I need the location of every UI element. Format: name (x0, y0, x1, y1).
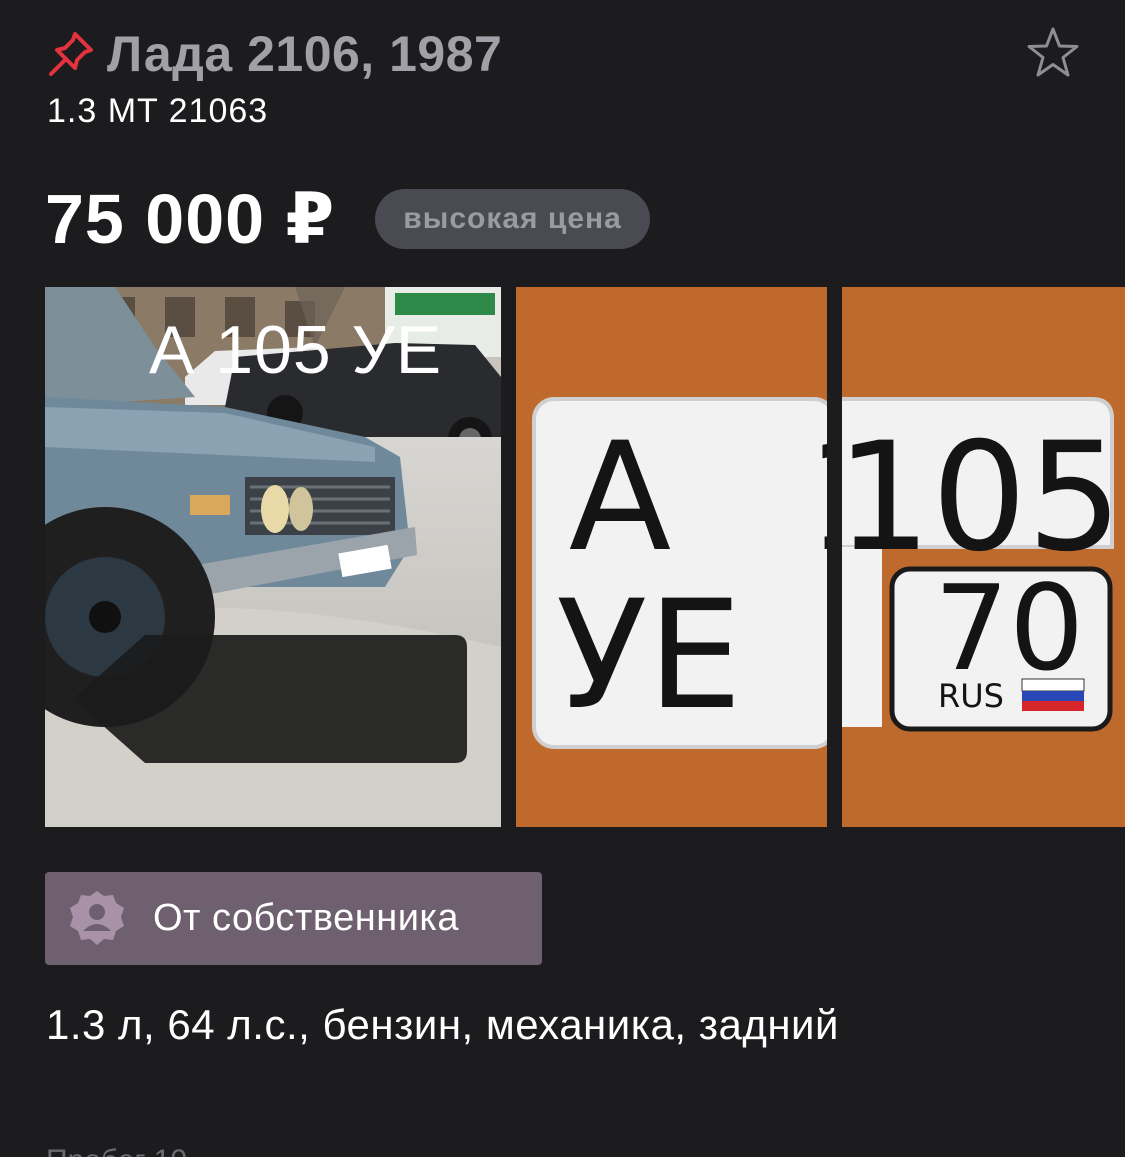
pushpin-icon (49, 32, 93, 76)
plate-letter-a: А (569, 411, 672, 585)
listing-subtitle: 1.3 MT 21063 (47, 92, 269, 130)
plate-photo-left: А 1 УЕ (516, 287, 827, 827)
plate-photo-right: 105 70 RUS (842, 287, 1125, 827)
photo-car[interactable]: А 105 УЕ (45, 287, 501, 827)
owner-label: От собственника (153, 897, 460, 939)
photo-plate-right[interactable]: 105 70 RUS (842, 287, 1125, 827)
plate-digit-fragment: 1 (806, 411, 827, 585)
listing-title[interactable]: Лада 2106, 1987 (107, 25, 502, 83)
plate-tag-background (73, 635, 467, 763)
plate-letters-bottom: УЕ (556, 569, 742, 743)
specs-text: 1.3 л, 64 л.с., бензин, механика, задний (46, 1001, 839, 1048)
photo-plate-left[interactable]: А 1 УЕ (516, 287, 827, 827)
price-row: 75 000 ₽ высокая цена (45, 178, 650, 260)
cut-off-text: Пробег 10 (46, 1148, 187, 1157)
plate-number-tag: А 105 УЕ (149, 312, 443, 388)
star-icon[interactable] (1023, 24, 1083, 84)
owner-badge[interactable]: От собственника (45, 872, 542, 965)
owner-person-icon (70, 890, 124, 945)
plate-country: RUS (938, 677, 1004, 715)
title-row: Лада 2106, 1987 (45, 24, 502, 84)
cut-off-line: Пробег 10 (46, 1148, 187, 1157)
price: 75 000 ₽ (45, 180, 336, 258)
price-rating-badge[interactable]: высокая цена (375, 189, 650, 249)
